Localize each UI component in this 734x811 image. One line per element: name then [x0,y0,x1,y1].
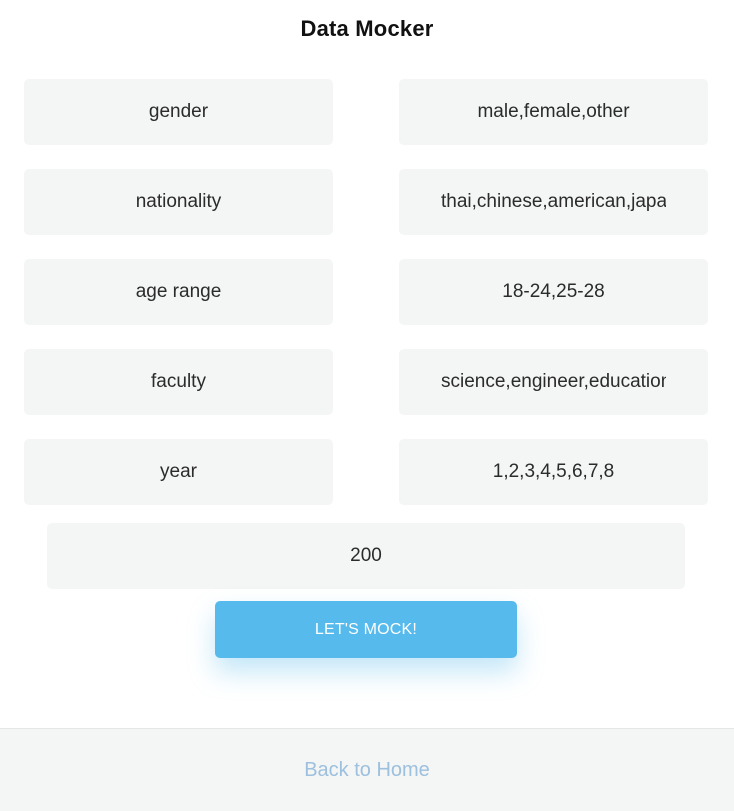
field-key-nationality[interactable] [24,169,333,235]
field-value-nationality[interactable] [399,169,708,235]
field-value-age-range[interactable] [399,259,708,325]
field-key-faculty[interactable] [24,349,333,415]
lets-mock-button[interactable]: LET'S MOCK! [215,601,517,658]
data-mocker-page: Data Mocker LET'S MOCK! Back to Home [0,0,734,811]
field-value-gender[interactable] [399,79,708,145]
page-title: Data Mocker [300,16,434,41]
record-count-input[interactable] [47,523,685,589]
back-to-home-link[interactable]: Back to Home [0,759,734,782]
field-key-year[interactable] [24,439,333,505]
field-value-faculty[interactable] [399,349,708,415]
field-value-year[interactable] [399,439,708,505]
field-key-age-range[interactable] [24,259,333,325]
footer: Back to Home [0,728,734,811]
field-key-gender[interactable] [24,79,333,145]
